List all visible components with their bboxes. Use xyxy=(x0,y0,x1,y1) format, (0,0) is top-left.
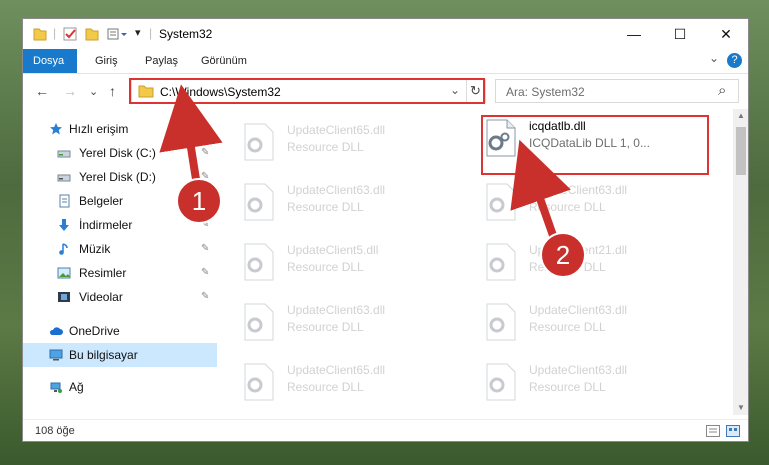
arrow-2 xyxy=(510,139,571,246)
callout-badge-2: 2 xyxy=(540,232,586,278)
callout-badge-1: 1 xyxy=(176,178,222,224)
callout-arrows xyxy=(159,84,571,246)
